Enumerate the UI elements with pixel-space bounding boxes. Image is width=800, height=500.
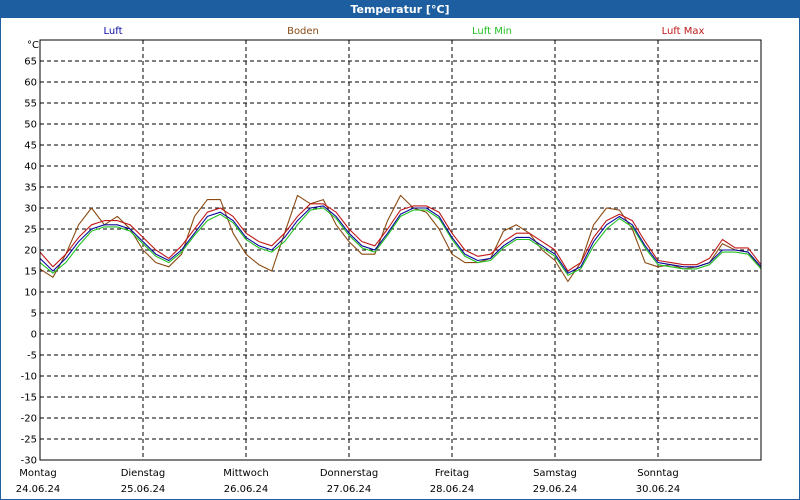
y-tick-label: -15 — [21, 393, 37, 404]
y-tick-label: 55 — [24, 99, 37, 110]
y-tick-label: 5 — [31, 309, 37, 320]
legend-item-boden: Boden — [287, 26, 319, 37]
day-date-label: 27.06.24 — [327, 484, 372, 495]
y-axis-unit: °C — [27, 40, 39, 51]
day-weekday-label: Montag — [19, 468, 56, 479]
y-tick-label: 25 — [24, 225, 37, 236]
y-tick-label: 15 — [24, 267, 37, 278]
y-tick-label: -20 — [21, 414, 37, 425]
day-date-label: 25.06.24 — [121, 484, 166, 495]
y-tick-label: 20 — [24, 246, 37, 257]
y-axis-ticks: -30 -25 -20 -15 -10 -5 0 5 10 15 20 25 30 35 40 45 50 55 6… — [21, 57, 37, 467]
legend-item-luft-max: Luft Max — [662, 26, 705, 37]
grid — [40, 40, 761, 460]
day-weekday-label: Samstag — [533, 468, 577, 479]
y-tick-label: 30 — [24, 204, 37, 215]
day-weekday-label: Sonntag — [637, 468, 679, 479]
y-tick-label: 50 — [24, 120, 37, 131]
day-weekday-label: Mittwoch — [223, 468, 268, 479]
temperature-chart: -30 -25 -20 -15 -10 -5 0 5 10 15 20 25 30 35 40 45 50 55 6… — [16, 26, 762, 495]
y-tick-label: 45 — [24, 141, 37, 152]
y-tick-label: -10 — [21, 372, 37, 383]
y-tick-label: 60 — [24, 78, 37, 89]
legend-item-luft-min: Luft Min — [472, 26, 512, 37]
y-tick-label: 10 — [24, 288, 37, 299]
day-weekday-label: Donnerstag — [320, 468, 378, 479]
y-tick-label: -30 — [21, 456, 37, 467]
legend: Luft Boden Luft Min Luft Max — [104, 26, 705, 37]
day-date-label: 30.06.24 — [636, 484, 681, 495]
day-date-label: 24.06.24 — [16, 484, 61, 495]
y-tick-label: 0 — [31, 330, 37, 341]
y-tick-label: -5 — [27, 351, 37, 362]
legend-item-luft: Luft — [104, 26, 123, 37]
day-weekday-label: Freitag — [435, 468, 469, 479]
y-tick-label: 40 — [24, 162, 37, 173]
day-weekday-label: Dienstag — [121, 468, 166, 479]
y-tick-label: -25 — [21, 435, 37, 446]
day-date-label: 28.06.24 — [430, 484, 475, 495]
day-date-label: 29.06.24 — [533, 484, 578, 495]
y-tick-label: 35 — [24, 183, 37, 194]
day-date-label: 26.06.24 — [224, 484, 269, 495]
x-axis-labels: Montag 24.06.24 Dienstag 25.06.24 Mittwoch 26… — [16, 468, 681, 495]
y-tick-label: 65 — [24, 57, 37, 68]
